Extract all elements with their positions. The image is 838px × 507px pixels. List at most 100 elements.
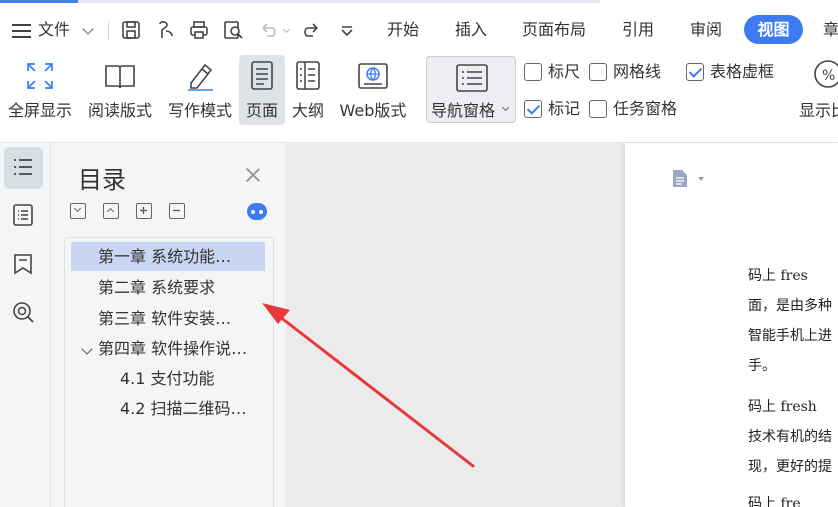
tab-review[interactable]: 审阅 xyxy=(690,10,722,50)
format-painter-icon[interactable] xyxy=(155,19,177,41)
page-view-label: 页面 xyxy=(245,101,278,120)
doc-text-line: 技术有机的结 xyxy=(748,429,832,445)
minus-icon xyxy=(173,209,180,212)
doc-text-line: 码上 fres xyxy=(748,268,808,284)
collapse-up-button[interactable] xyxy=(103,203,119,219)
checkbox-box-checked xyxy=(686,63,704,81)
ribbon-tab-row: 文件 开始 插入 页面布局 引用 审阅 视图 章 xyxy=(0,10,838,50)
web-view-button[interactable]: Web版式 xyxy=(334,55,412,125)
navigation-pane: 目录 第一章 系统功能… 第二章 系统要求 第三章 软件安装… 第四章 软件操作… xyxy=(51,143,286,507)
doc-text-line: 码上 fresh xyxy=(748,399,817,415)
task-pane-checkbox[interactable]: 任务窗格 xyxy=(589,97,677,121)
document-page[interactable]: 码上 fres 面，是由多种 智能手机上进 手。 码上 fresh 技术有机的结… xyxy=(625,143,838,507)
checkbox-box xyxy=(589,63,607,81)
plus-icon xyxy=(140,207,147,214)
print-icon[interactable] xyxy=(188,19,210,41)
pen-icon xyxy=(188,63,213,91)
task-pane-label: 任务窗格 xyxy=(613,99,678,118)
toc-item[interactable]: 第四章 软件操作说… xyxy=(71,334,265,363)
write-mode-label: 写作模式 xyxy=(167,101,232,120)
fullscreen-button[interactable]: 全屏显示 xyxy=(2,55,78,125)
marks-label: 标记 xyxy=(548,99,581,118)
customize-toolbar-icon[interactable] xyxy=(336,19,358,41)
ruler-checkbox[interactable]: 标尺 xyxy=(524,60,580,84)
zoom-ratio-icon: % xyxy=(814,60,838,88)
close-icon[interactable] xyxy=(245,167,261,183)
undo-icon[interactable] xyxy=(258,19,280,41)
write-mode-button[interactable]: 写作模式 xyxy=(162,55,238,125)
redo-icon[interactable] xyxy=(300,19,322,41)
toc-item[interactable]: 第二章 系统要求 xyxy=(71,273,265,302)
tab-references[interactable]: 引用 xyxy=(622,10,654,50)
save-icon[interactable] xyxy=(120,19,142,41)
file-menu[interactable]: 文件 xyxy=(38,10,70,50)
navigation-pane-icon xyxy=(456,64,488,92)
toc-item[interactable]: 第三章 软件安装… xyxy=(71,304,265,333)
table-gridlines-label: 表格虚框 xyxy=(710,62,775,81)
checkbox-box xyxy=(524,63,542,81)
collapse-all-button[interactable] xyxy=(169,203,185,219)
outline-view-label: 大纲 xyxy=(291,101,324,120)
search-icon xyxy=(13,302,34,323)
document-list-icon xyxy=(13,204,33,226)
search-panel-button[interactable] xyxy=(4,292,43,334)
divider xyxy=(108,21,109,41)
svg-text:%: % xyxy=(822,68,835,84)
fullscreen-label: 全屏显示 xyxy=(7,101,72,120)
tab-view[interactable]: 视图 xyxy=(744,15,803,44)
marks-checkbox[interactable]: 标记 xyxy=(524,97,580,121)
doc-text-line: 手。 xyxy=(748,358,776,374)
page-view-button[interactable]: 页面 xyxy=(239,55,285,125)
expand-down-button[interactable] xyxy=(70,203,86,219)
print-preview-icon[interactable] xyxy=(222,19,244,41)
web-view-label: Web版式 xyxy=(339,101,407,120)
toc-item[interactable]: 第一章 系统功能… xyxy=(71,242,265,271)
outline-view-button[interactable]: 大纲 xyxy=(288,55,328,125)
smart-toc-icon[interactable] xyxy=(247,203,267,220)
toc-panel-button[interactable] xyxy=(4,147,43,189)
checkbox-box-checked xyxy=(524,100,542,118)
list-icon xyxy=(14,159,32,175)
tab-chapter[interactable]: 章 xyxy=(823,10,838,50)
fullscreen-icon xyxy=(27,63,53,89)
tab-page-layout[interactable]: 页面布局 xyxy=(522,10,586,50)
gridlines-label: 网格线 xyxy=(613,62,662,81)
chapter-panel-button[interactable] xyxy=(4,195,43,237)
read-mode-label: 阅读版式 xyxy=(87,101,152,120)
document-icon[interactable] xyxy=(672,169,688,188)
doc-text-line: 码上 fre xyxy=(748,496,801,507)
tab-start[interactable]: 开始 xyxy=(387,10,419,50)
gridlines-checkbox[interactable]: 网格线 xyxy=(589,60,661,84)
menu-icon[interactable] xyxy=(12,22,31,38)
toc-item[interactable]: 4.2 扫描二维码… xyxy=(71,394,265,423)
toc-list: 第一章 系统功能… 第二章 系统要求 第三章 软件安装… 第四章 软件操作说… … xyxy=(64,237,274,507)
tab-insert[interactable]: 插入 xyxy=(455,10,487,50)
expand-all-button[interactable] xyxy=(136,203,152,219)
navigation-pane-label: 导航窗格 xyxy=(431,101,496,120)
chevron-down-icon[interactable] xyxy=(82,23,94,35)
checkbox-box xyxy=(589,100,607,118)
bookmark-panel-button[interactable] xyxy=(4,244,43,286)
web-icon xyxy=(358,63,388,89)
display-ratio-button[interactable]: % 显示比 xyxy=(796,55,838,125)
toc-item[interactable]: 4.1 支付功能 xyxy=(71,364,265,393)
caret-down-icon[interactable] xyxy=(698,177,704,181)
title-bar-strip xyxy=(0,0,600,3)
ruler-label: 标尺 xyxy=(548,62,581,81)
pane-title: 目录 xyxy=(78,166,126,194)
chevron-down-icon xyxy=(501,103,510,112)
display-ratio-label: 显示比 xyxy=(799,101,838,120)
doc-text-line: 现，更好的提 xyxy=(748,459,832,475)
table-gridlines-checkbox[interactable]: 表格虚框 xyxy=(686,60,774,84)
read-mode-button[interactable]: 阅读版式 xyxy=(82,55,158,125)
undo-dropdown-icon[interactable] xyxy=(282,25,291,34)
navigation-pane-button[interactable]: 导航窗格 xyxy=(426,56,516,123)
bookmark-icon xyxy=(14,254,32,275)
page-icon xyxy=(251,61,273,90)
book-icon xyxy=(105,65,135,89)
ribbon: 文件 开始 插入 页面布局 引用 审阅 视图 章 全屏显示 阅读版式 写作模式 … xyxy=(0,0,838,143)
left-sidebar xyxy=(0,143,51,507)
doc-text-line: 智能手机上进 xyxy=(748,328,832,344)
outline-icon xyxy=(296,61,320,90)
doc-text-line: 面，是由多种 xyxy=(748,298,832,314)
